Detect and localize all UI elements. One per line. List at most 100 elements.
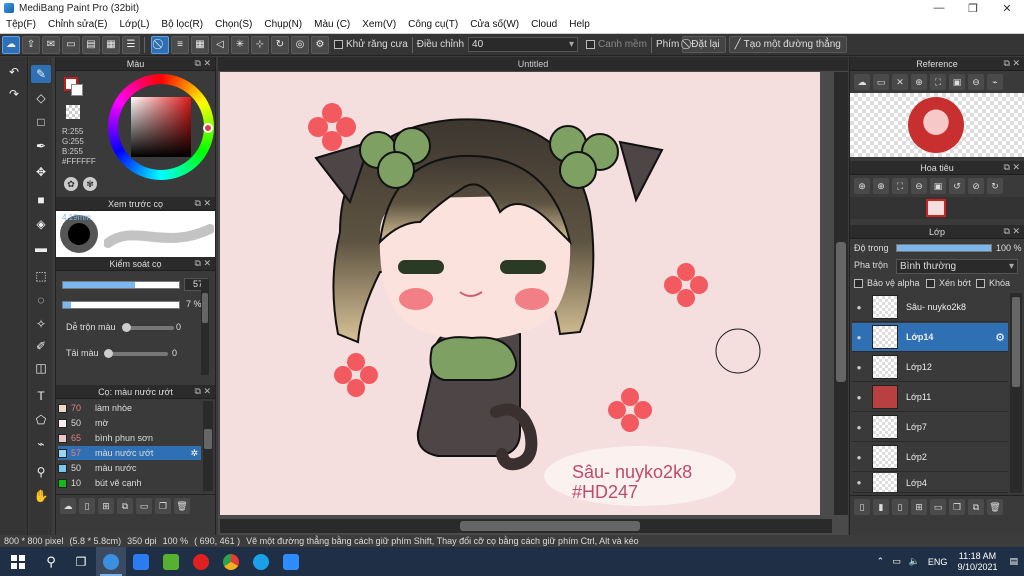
duplicate-layer-icon[interactable]: ❐ xyxy=(949,499,965,515)
protect-alpha-checkbox[interactable] xyxy=(854,279,863,288)
notification-icon[interactable]: ▤ xyxy=(1009,556,1018,567)
snap-parallel-icon[interactable]: ≡ xyxy=(171,35,189,54)
menu-layer[interactable]: Lớp(L) xyxy=(114,19,156,30)
brush-item[interactable]: 50 màu nước xyxy=(58,461,201,475)
panel-controls-icon[interactable]: ⧉ ✕ xyxy=(195,386,211,397)
add-halftone-layer-icon[interactable]: ⊞ xyxy=(911,499,927,515)
undo-icon[interactable]: ↶ xyxy=(4,63,24,81)
nav-fit-icon[interactable]: ⛶ xyxy=(892,178,908,194)
move-tool-icon[interactable]: ✥ xyxy=(31,163,51,181)
brush-list-scroll-thumb[interactable] xyxy=(204,429,212,449)
pen-tool-icon[interactable]: ✒ xyxy=(31,137,51,155)
brush-cloud-icon[interactable]: ☁ xyxy=(60,498,76,514)
brush-list-scrollbar[interactable] xyxy=(203,401,213,491)
network-icon[interactable]: ▭ xyxy=(892,556,901,567)
layer-item[interactable]: ● Lớp12 xyxy=(852,353,1008,382)
visibility-icon[interactable]: ● xyxy=(852,478,866,487)
snap-perspective-icon[interactable]: ◁ xyxy=(211,35,229,54)
menu-color[interactable]: Màu (C) xyxy=(308,19,356,30)
navigator-preview[interactable] xyxy=(850,197,1024,219)
select-rect-tool-icon[interactable]: ⬚ xyxy=(31,267,51,285)
layer-item-active[interactable]: ● Lớp14 ⚙ xyxy=(852,323,1008,352)
skype-taskbar-button[interactable] xyxy=(246,547,276,576)
snap-circle-icon[interactable]: ◎ xyxy=(291,35,309,54)
blend-slider[interactable] xyxy=(122,323,174,332)
menu-window[interactable]: Cửa số(W) xyxy=(464,19,525,30)
reference-eyedropper-icon[interactable]: ⌁ xyxy=(987,74,1003,90)
add-8bit-layer-icon[interactable]: ▮ xyxy=(873,499,889,515)
delete-layer-icon[interactable]: 🗑 xyxy=(987,499,1003,515)
search-icon[interactable]: ⚲ xyxy=(36,547,66,576)
bucket-tool-icon[interactable]: ◈ xyxy=(31,215,51,233)
snap-settings-icon[interactable]: ⚙ xyxy=(311,35,329,54)
grid-icon[interactable]: ▦ xyxy=(102,35,120,54)
brush-item[interactable]: 50 mờ xyxy=(58,416,201,430)
menu-tools[interactable]: Công cụ(T) xyxy=(402,19,464,30)
add-1bit-layer-icon[interactable]: ▯ xyxy=(892,499,908,515)
shape-tool-icon[interactable]: ⬠ xyxy=(31,411,51,429)
panel-controls-icon[interactable]: ⧉ ✕ xyxy=(195,258,211,269)
panel-controls-icon[interactable]: ⧉ ✕ xyxy=(195,58,211,69)
folder-icon[interactable]: ▭ xyxy=(62,35,80,54)
drawing-canvas[interactable]: Sâu- nuyko2k8 #HD247 xyxy=(220,72,820,515)
tray-chevron-icon[interactable]: ⌃ xyxy=(877,556,885,567)
restore-button[interactable]: ❐ xyxy=(956,2,990,15)
volume-icon[interactable]: 🔈 xyxy=(909,556,920,567)
brush-opacity-slider[interactable] xyxy=(62,301,180,309)
chrome-taskbar-button[interactable] xyxy=(216,547,246,576)
reference-fit-icon[interactable]: ⛶ xyxy=(930,74,946,90)
canvas-vscroll-thumb[interactable] xyxy=(836,242,846,382)
palette2-icon[interactable]: ✾ xyxy=(83,177,97,191)
add-layer-icon[interactable]: ▯ xyxy=(854,499,870,515)
layer-settings-icon[interactable]: ⚙ xyxy=(995,331,1005,344)
layer-opacity-slider[interactable] xyxy=(896,244,992,252)
nav-zoom-out-icon[interactable]: ⊖ xyxy=(911,178,927,194)
blend-slider-knob[interactable] xyxy=(122,323,131,332)
eyedropper-tool-icon[interactable]: ⌁ xyxy=(31,435,51,453)
clipping-checkbox[interactable] xyxy=(926,279,935,288)
print-icon[interactable]: ▤ xyxy=(82,35,100,54)
lasso-tool-icon[interactable]: ◌ xyxy=(31,291,51,309)
list-icon[interactable]: ☰ xyxy=(122,35,140,54)
layer-item[interactable]: ● Sâu- nuyko2k8 xyxy=(852,293,1008,322)
menu-select[interactable]: Chọn(S) xyxy=(209,19,258,30)
hue-handle[interactable] xyxy=(203,123,213,133)
menu-file[interactable]: Tệp(F) xyxy=(0,19,42,30)
reference-open-icon[interactable]: ▭ xyxy=(873,74,889,90)
merge-layer-icon[interactable]: ⧉ xyxy=(968,499,984,515)
nav-zoom-in2-icon[interactable]: ⊕ xyxy=(873,178,889,194)
brush-control-scroll-thumb[interactable] xyxy=(202,293,208,323)
create-line-button[interactable]: ╱ Tạo một đường thẳng xyxy=(728,36,847,53)
medibang-taskbar-button[interactable] xyxy=(96,547,126,576)
windows-start-button[interactable] xyxy=(0,547,36,576)
menu-filter[interactable]: Bộ lọc(R) xyxy=(155,19,209,30)
snap-off-icon[interactable]: ⃠ xyxy=(151,35,169,54)
nav-zoom-in-icon[interactable]: ⊕ xyxy=(854,178,870,194)
brush-add-folder-icon[interactable]: ⊞ xyxy=(98,498,114,514)
brush-item[interactable]: 70 làm nhòe xyxy=(58,401,201,415)
game-taskbar-button[interactable] xyxy=(156,547,186,576)
brush-copy-icon[interactable]: ⧉ xyxy=(117,498,133,514)
text-tool-icon[interactable]: T xyxy=(31,387,51,405)
close-button[interactable]: ✕ xyxy=(990,2,1024,15)
dot-tool-icon[interactable]: □ xyxy=(31,113,51,131)
layer-folder-icon[interactable]: ▭ xyxy=(930,499,946,515)
snap-grid-icon[interactable]: ▦ xyxy=(191,35,209,54)
nav-rotate-right-icon[interactable]: ↻ xyxy=(987,178,1003,194)
reload-slider-knob[interactable] xyxy=(104,349,113,358)
snap-cross-icon[interactable]: ⊹ xyxy=(251,35,269,54)
layer-blend-select[interactable]: Bình thường xyxy=(896,259,1018,274)
brush-item-active[interactable]: 57 màu nước ướt ✲ xyxy=(58,446,201,460)
reference-zoom-in-icon[interactable]: ⊕ xyxy=(911,74,927,90)
chat-icon[interactable]: ✉ xyxy=(42,35,60,54)
brush-tool-icon[interactable]: ✎ xyxy=(31,65,51,83)
snap-radial-icon[interactable]: ✳ xyxy=(231,35,249,54)
canvas-hscroll-thumb[interactable] xyxy=(460,521,640,531)
visibility-icon[interactable]: ● xyxy=(852,393,866,402)
visibility-icon[interactable]: ● xyxy=(852,333,866,342)
layer-item[interactable]: ● Lớp4 xyxy=(852,473,1008,493)
reload-slider[interactable] xyxy=(104,349,168,358)
visibility-icon[interactable]: ● xyxy=(852,363,866,372)
layer-scrollbar[interactable] xyxy=(1010,293,1022,493)
adjust-select[interactable]: 40 xyxy=(468,37,579,52)
